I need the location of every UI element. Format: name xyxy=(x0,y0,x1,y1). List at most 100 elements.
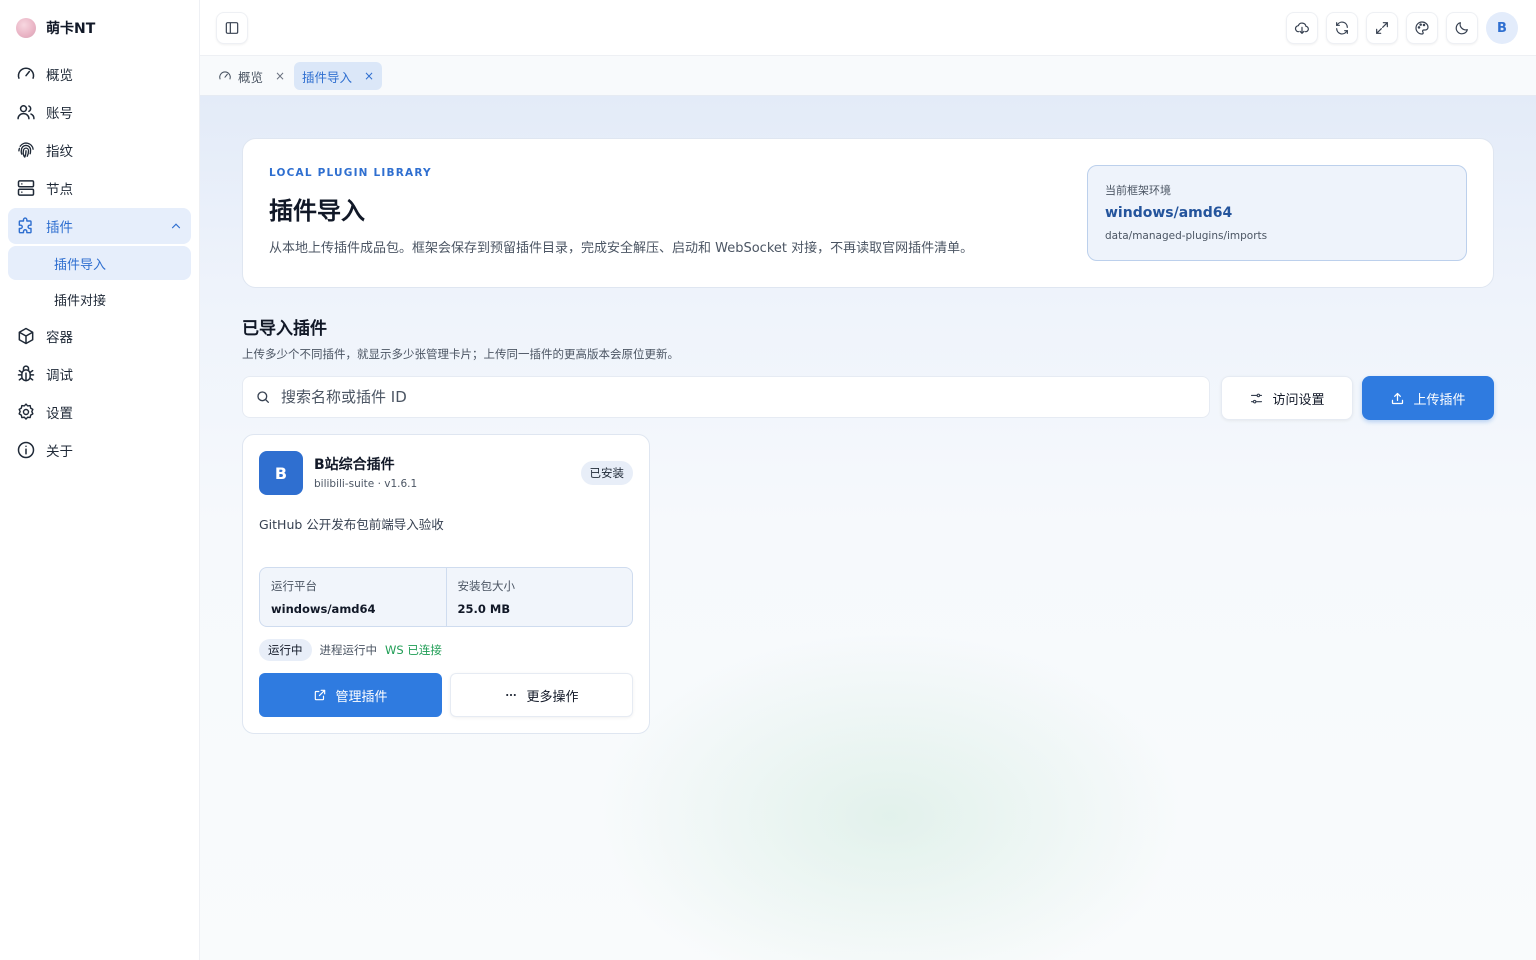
plugin-logo: B xyxy=(259,451,303,495)
sidebar-item-settings[interactable]: 设置 xyxy=(8,394,191,430)
server-icon xyxy=(17,180,35,196)
sidebar-item-nodes[interactable]: 节点 xyxy=(8,170,191,206)
section-title: 已导入插件 xyxy=(242,319,327,339)
status-badge: 已安装 xyxy=(580,461,633,485)
sidebar-nav: 概览 账号 指纹 节点 插件 插件导入 插件对接 容器 调试 设置 关于 xyxy=(0,56,199,468)
sidebar-item-label: 调试 xyxy=(46,368,73,384)
ws-status: WS 已连接 xyxy=(385,643,442,657)
puzzle-icon xyxy=(18,217,32,234)
manage-plugin-label: 管理插件 xyxy=(335,689,388,705)
app-logo xyxy=(16,18,36,38)
tab-label: 概览 xyxy=(238,69,264,85)
sidebar-item-debug[interactable]: 调试 xyxy=(8,356,191,392)
sidebar-item-fingerprint[interactable]: 指纹 xyxy=(8,132,191,168)
tab-label: 插件导入 xyxy=(302,69,353,85)
fullscreen-icon xyxy=(1376,22,1388,34)
plugin-stats: 运行平台 windows/amd64 安装包大小 25.0 MB xyxy=(259,567,633,627)
chevron-up-icon xyxy=(171,223,181,229)
access-settings-button[interactable]: 访问设置 xyxy=(1221,376,1353,420)
page-title: 插件导入 xyxy=(269,197,365,225)
toggle-sidebar-button[interactable] xyxy=(216,12,248,44)
section-description: 上传多少个不同插件，就显示多少张管理卡片；上传同一插件的更高版本会原位更新。 xyxy=(242,347,679,361)
gear-icon xyxy=(18,403,34,420)
plugin-card: B B站综合插件 bilibili-suite · v1.6.1 已安装 Git… xyxy=(242,434,650,734)
access-settings-label: 访问设置 xyxy=(1272,392,1325,408)
tabs-bar: 概览 × 插件导入 × xyxy=(200,56,1536,96)
sidebar-item-label: 设置 xyxy=(46,406,73,422)
users-icon xyxy=(17,105,35,120)
close-icon[interactable]: × xyxy=(364,69,374,83)
upload-plugin-label: 上传插件 xyxy=(1413,392,1466,408)
sidebar-item-overview[interactable]: 概览 xyxy=(8,56,191,92)
process-status: 进程运行中 xyxy=(319,643,378,657)
box-icon xyxy=(18,327,34,345)
brand[interactable]: 萌卡NT xyxy=(0,0,199,56)
theme-palette-button[interactable] xyxy=(1406,12,1438,44)
sidebar-item-label: 节点 xyxy=(46,182,73,198)
cloud-download-icon xyxy=(1294,22,1309,34)
more-horizontal-icon xyxy=(506,693,517,697)
hero-description: 从本地上传插件成品包。框架会保存到预留插件目录，完成安全解压、启动和 WebSo… xyxy=(269,241,974,256)
main-content: LOCAL PLUGIN LIBRARY 插件导入 从本地上传插件成品包。框架会… xyxy=(200,96,1536,960)
external-link-icon xyxy=(315,689,326,701)
user-avatar[interactable]: B xyxy=(1486,12,1518,44)
environment-label: 当前框架环境 xyxy=(1105,184,1171,197)
environment-path: data/managed-plugins/imports xyxy=(1105,230,1268,242)
refresh-button[interactable] xyxy=(1326,12,1358,44)
topbar: B xyxy=(200,0,1536,56)
fingerprint-icon xyxy=(18,142,34,158)
sidebar-item-label: 账号 xyxy=(46,106,73,122)
plugin-status-row: 运行中 进程运行中 WS 已连接 xyxy=(259,639,442,661)
stat-value: 25.0 MB xyxy=(457,602,511,616)
upload-plugin-button[interactable]: 上传插件 xyxy=(1362,376,1494,420)
palette-icon xyxy=(1415,21,1429,35)
sidebar-subitem-plugin-integration[interactable]: 插件对接 xyxy=(8,282,191,316)
refresh-icon xyxy=(1336,21,1348,35)
fullscreen-button[interactable] xyxy=(1366,12,1398,44)
sidebar-item-about[interactable]: 关于 xyxy=(8,432,191,468)
download-button[interactable] xyxy=(1286,12,1318,44)
plugin-description: GitHub 公开发布包前端导入验收 xyxy=(259,517,444,532)
plugin-meta: bilibili-suite · v1.6.1 xyxy=(314,478,418,490)
sidebar-item-label: 容器 xyxy=(46,330,73,346)
stat-label: 安装包大小 xyxy=(457,579,516,593)
dark-mode-button[interactable] xyxy=(1446,12,1478,44)
more-actions-button[interactable]: 更多操作 xyxy=(450,673,633,717)
search-icon xyxy=(257,391,269,403)
environment-box: 当前框架环境 windows/amd64 data/managed-plugin… xyxy=(1087,165,1467,261)
sidebar: 萌卡NT 概览 账号 指纹 节点 插件 插件导入 插件对接 容器 调试 设置 关… xyxy=(0,0,200,960)
search-input[interactable] xyxy=(281,388,1181,406)
tab-plugin-import[interactable]: 插件导入 × xyxy=(294,62,383,90)
search-box xyxy=(242,376,1210,418)
plugin-name: B站综合插件 xyxy=(314,457,395,473)
sidebar-toggle-icon xyxy=(225,22,239,34)
close-icon[interactable]: × xyxy=(275,69,285,83)
stat-platform: 运行平台 windows/amd64 xyxy=(260,568,446,626)
sidebar-item-label: 指纹 xyxy=(46,144,73,160)
hero-card: LOCAL PLUGIN LIBRARY 插件导入 从本地上传插件成品包。框架会… xyxy=(242,138,1494,288)
sidebar-item-accounts[interactable]: 账号 xyxy=(8,94,191,130)
stat-label: 运行平台 xyxy=(271,579,317,593)
sliders-icon xyxy=(1251,393,1263,403)
environment-value: windows/amd64 xyxy=(1105,205,1233,221)
sidebar-item-label: 关于 xyxy=(46,444,73,460)
moon-icon xyxy=(1455,22,1468,35)
tab-overview[interactable]: 概览 × xyxy=(210,62,293,90)
hero-kicker: LOCAL PLUGIN LIBRARY xyxy=(269,167,432,179)
stat-size: 安装包大小 25.0 MB xyxy=(445,568,633,626)
gauge-icon xyxy=(219,71,231,80)
gauge-icon xyxy=(17,67,35,79)
manage-plugin-button[interactable]: 管理插件 xyxy=(259,673,442,717)
running-badge: 运行中 xyxy=(259,639,312,661)
sidebar-item-plugins[interactable]: 插件 xyxy=(8,208,191,244)
info-icon xyxy=(17,441,35,459)
sidebar-item-label: 插件 xyxy=(46,220,73,236)
app-name: 萌卡NT xyxy=(46,21,96,37)
sidebar-item-containers[interactable]: 容器 xyxy=(8,318,191,354)
upload-icon xyxy=(1392,392,1404,404)
stat-value: windows/amd64 xyxy=(271,602,376,616)
more-actions-label: 更多操作 xyxy=(526,689,579,705)
sidebar-item-label: 概览 xyxy=(46,68,73,84)
sidebar-subitem-plugin-import[interactable]: 插件导入 xyxy=(8,246,191,280)
bug-icon xyxy=(17,365,35,382)
